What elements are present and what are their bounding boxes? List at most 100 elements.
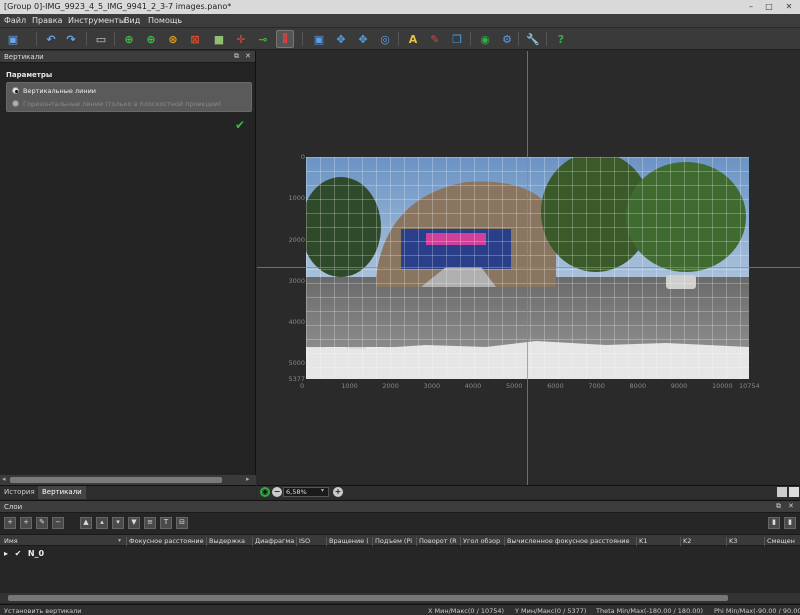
color-adjust-icon[interactable]: ✎ <box>426 30 444 48</box>
tab-verticals[interactable]: Вертикали <box>38 486 86 499</box>
rotate-point-icon[interactable]: ⊕ <box>142 30 160 48</box>
maximize-button[interactable]: □ <box>762 2 776 12</box>
add-layer-icon[interactable]: + <box>4 517 16 529</box>
menu-bar: Файл Правка Инструменты Вид Помощь <box>0 14 800 28</box>
panorama-viewport[interactable]: 0 1000 2000 3000 4000 5000 5377 0 1000 2000 3000 40… <box>257 51 800 485</box>
layers-float-icon[interactable]: ⧉ <box>776 502 781 511</box>
zoom-in-icon[interactable]: + <box>333 487 343 497</box>
zoom-dropdown-icon[interactable]: ▾ <box>321 487 324 494</box>
column-header[interactable]: Смещен <box>764 537 800 546</box>
float-icon[interactable]: ⧉ <box>234 52 239 61</box>
toolbar-separator <box>398 32 399 46</box>
column-header[interactable]: Фокусное расстояние <box>126 537 204 546</box>
x-tick-label: 10754 <box>739 382 760 390</box>
layer-filter-icon[interactable]: ⊟ <box>176 517 188 529</box>
layer-row[interactable]: ▸ ✔ N_0 <box>4 549 44 558</box>
vertical-lines-radio[interactable] <box>12 87 19 94</box>
scroll-right-icon[interactable]: ▸ <box>246 475 250 483</box>
layer-tags-icon[interactable]: T <box>160 517 172 529</box>
delete-layer-icon[interactable]: − <box>52 517 64 529</box>
undo-icon[interactable]: ↶ <box>42 30 60 48</box>
panorama-icon[interactable]: ▭ <box>92 30 110 48</box>
toolbar-separator <box>302 32 303 46</box>
column-header[interactable]: Угол обзор <box>460 537 502 546</box>
zoom-fit-icon[interactable]: ◉ <box>260 487 270 497</box>
minimize-button[interactable]: – <box>744 2 758 12</box>
scroll-thumb[interactable] <box>10 477 222 483</box>
horizontal-lines-radio[interactable] <box>12 100 19 107</box>
expand-icon[interactable]: ▸ <box>4 549 8 558</box>
tab-history[interactable]: История <box>0 486 39 499</box>
pair-points-icon[interactable]: ⊛ <box>164 30 182 48</box>
move-top-icon[interactable]: ▲ <box>80 517 92 529</box>
layers-view2-icon[interactable]: ▮ <box>784 517 796 529</box>
scroll-left-icon[interactable]: ◂ <box>2 475 6 483</box>
vertical-lines-icon[interactable]: ⫼ <box>276 30 294 48</box>
wrench-icon[interactable]: 🔧 <box>524 30 542 48</box>
column-header[interactable]: Поворот (R <box>416 537 458 546</box>
layers-close-icon[interactable]: ✕ <box>788 502 794 510</box>
render-icon[interactable]: ◉ <box>476 30 494 48</box>
move-bottom-icon[interactable]: ▼ <box>128 517 140 529</box>
x-tick-label: 3000 <box>423 382 441 390</box>
panel-title: Вертикали <box>4 53 44 61</box>
add-group-icon[interactable]: + <box>20 517 32 529</box>
layers-scrollbar[interactable] <box>0 593 800 603</box>
move-point-icon[interactable]: ✛ <box>232 30 250 48</box>
crosshair-vertical <box>527 51 528 485</box>
menu-tools[interactable]: Инструменты <box>68 16 125 25</box>
toolbar-separator <box>518 32 519 46</box>
column-header[interactable]: Диафрагма <box>252 537 294 546</box>
menu-file[interactable]: Файл <box>4 16 26 25</box>
panel-header: Вертикали ⧉ ✕ <box>0 51 255 63</box>
column-header[interactable]: K1 <box>636 537 678 546</box>
x-tick-label: 9000 <box>670 382 688 390</box>
edit-layer-icon[interactable]: ✎ <box>36 517 48 529</box>
column-header[interactable]: Подъем (Pi <box>372 537 414 546</box>
menu-edit[interactable]: Правка <box>32 16 62 25</box>
column-header[interactable]: Выдержка <box>206 537 250 546</box>
layers-view1-icon[interactable]: ▮ <box>768 517 780 529</box>
y-tick-label: 2000 <box>288 235 305 244</box>
help-icon[interactable]: ? <box>552 30 570 48</box>
zoom-out-icon[interactable]: − <box>272 487 282 497</box>
grid-view-icon[interactable] <box>777 487 787 497</box>
column-header[interactable]: Вращение ( <box>326 537 370 546</box>
scale-arrows-icon[interactable]: ✥ <box>354 30 372 48</box>
redo-icon[interactable]: ↷ <box>62 30 80 48</box>
layer-name: N_0 <box>27 549 45 558</box>
layers-scroll-thumb[interactable] <box>8 595 728 601</box>
status-bar: Установить вертикали X Мин/Макс(0 / 1075… <box>0 604 800 615</box>
add-control-point-icon[interactable]: ⊕ <box>120 30 138 48</box>
lines-option-group: Вертикальные линии Горизонтальные линии … <box>6 82 252 112</box>
single-view-icon[interactable] <box>789 487 799 497</box>
close-button[interactable]: ✕ <box>782 2 796 12</box>
close-icon[interactable]: ✕ <box>245 52 251 60</box>
apply-check-icon[interactable]: ✔ <box>235 118 245 132</box>
move-down-icon[interactable]: ▾ <box>112 517 124 529</box>
layer-settings-icon[interactable]: ≡ <box>144 517 156 529</box>
column-header[interactable]: K3 <box>726 537 762 546</box>
toolbar-separator <box>86 32 87 46</box>
layout-icon[interactable]: ▣ <box>4 30 22 48</box>
gear-icon[interactable]: ⚙ <box>498 30 516 48</box>
status-theta-range: Theta Min/Max(-180.00 / 180.00) <box>596 607 704 615</box>
left-panel-scrollbar[interactable]: ◂ ▸ <box>0 475 256 485</box>
mask-icon[interactable]: ■ <box>210 30 228 48</box>
column-header[interactable]: ISO <box>296 537 324 546</box>
menu-view[interactable]: Вид <box>124 16 140 25</box>
monitor-icon[interactable]: ▣ <box>310 30 328 48</box>
visible-check-icon[interactable]: ✔ <box>15 549 22 558</box>
column-header[interactable]: Вычисленное фокусное расстояние <box>504 537 634 546</box>
column-header[interactable]: K2 <box>680 537 724 546</box>
menu-help[interactable]: Помощь <box>148 16 182 25</box>
layers-icon[interactable]: ❐ <box>448 30 466 48</box>
horizon-icon[interactable]: ⊸ <box>254 30 272 48</box>
horizontal-lines-label: Горизонтальные линии (только в плоскостн… <box>23 100 221 108</box>
column-header[interactable]: Имя <box>2 537 124 546</box>
move-up-icon[interactable]: ▴ <box>96 517 108 529</box>
auto-icon[interactable]: A <box>404 30 422 48</box>
crop-icon[interactable]: ⊠ <box>186 30 204 48</box>
target-icon[interactable]: ◎ <box>376 30 394 48</box>
move-arrows-icon[interactable]: ✥ <box>332 30 350 48</box>
